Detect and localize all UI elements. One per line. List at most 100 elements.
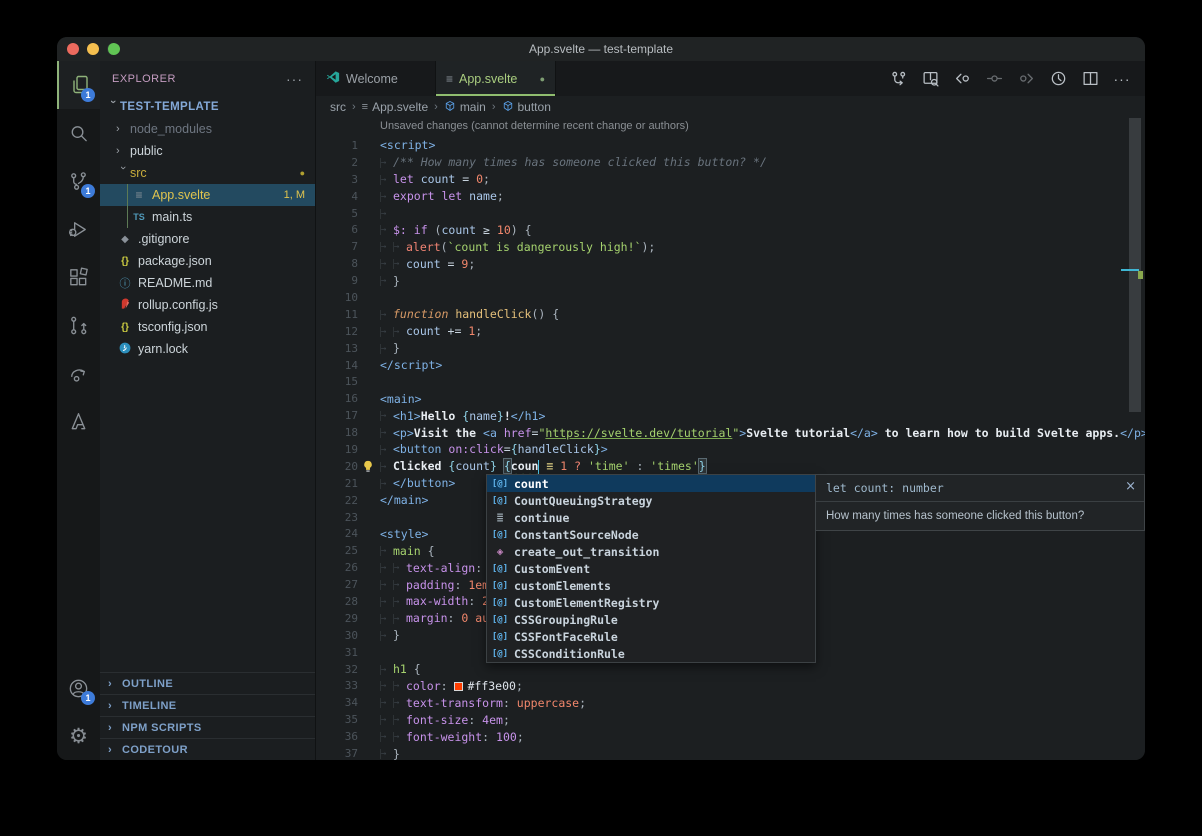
tab-bar: Welcome≡App.svelte● ··· <box>316 61 1145 96</box>
open-changes-icon[interactable] <box>919 68 941 90</box>
close-icon[interactable]: × <box>1125 479 1136 494</box>
suggest-item-customelementregistry[interactable]: [@]CustomElementRegistry <box>487 594 815 611</box>
breadcrumb-item-app-svelte[interactable]: ≡App.svelte <box>362 100 428 114</box>
variable-kind-icon: [@] <box>491 530 509 540</box>
file-label: README.md <box>138 276 212 290</box>
tree-item-app-svelte[interactable]: ≡App.svelte1, M <box>100 184 315 206</box>
sidebar-more-actions-icon[interactable]: ··· <box>286 71 303 87</box>
code-line-9[interactable]: 9→} <box>316 272 1145 289</box>
indent-guide: → <box>380 479 393 489</box>
lightbulb-icon[interactable] <box>362 460 374 476</box>
code-line-1[interactable]: 1<script> <box>316 137 1145 154</box>
color-swatch[interactable] <box>454 682 463 691</box>
code-line-8[interactable]: 8→→count = 9; <box>316 255 1145 272</box>
source-control-icon[interactable]: 1 <box>57 157 100 205</box>
tree-item-tsconfig-json[interactable]: {}tsconfig.json <box>100 316 315 338</box>
line-number: 34 <box>316 696 380 709</box>
chevron-right-icon: › <box>116 123 130 135</box>
tree-root-test-template[interactable]: ›TEST-TEMPLATE <box>100 96 315 118</box>
split-editor-icon[interactable] <box>1079 68 1101 90</box>
suggest-item-cssgroupingrule[interactable]: [@]CSSGroupingRule <box>487 611 815 628</box>
suggest-item-constantsourcenode[interactable]: [@]ConstantSourceNode <box>487 526 815 543</box>
suggest-item-cssfontfacerule[interactable]: [@]CSSFontFaceRule <box>487 628 815 645</box>
panel-header-codetour[interactable]: ›CODETOUR <box>100 738 315 760</box>
line-number: 4 <box>316 190 380 203</box>
breadcrumb-item-src[interactable]: src <box>330 100 346 114</box>
code-line-11[interactable]: 11→function handleClick() { <box>316 306 1145 323</box>
code-line-36[interactable]: 36→→font-weight: 100; <box>316 728 1145 745</box>
panel-header-timeline[interactable]: ›TIMELINE <box>100 694 315 716</box>
suggest-item-customevent[interactable]: [@]CustomEvent <box>487 560 815 577</box>
keyword-kind-icon: ≣ <box>491 511 509 524</box>
indent-guide: → <box>380 158 393 168</box>
code-line-10[interactable]: 10 <box>316 289 1145 306</box>
code-line-14[interactable]: 14</script> <box>316 357 1145 374</box>
code-line-19[interactable]: 19→<button on:click={handleClick}> <box>316 441 1145 458</box>
suggest-label: CustomEvent <box>514 562 590 576</box>
suggest-item-create_out_transition[interactable]: ◈create_out_transition <box>487 543 815 560</box>
search-icon[interactable] <box>57 109 100 157</box>
code-line-35[interactable]: 35→→font-size: 4em; <box>316 711 1145 728</box>
tree-item-yarn-lock[interactable]: yarn.lock <box>100 338 315 360</box>
code-line-4[interactable]: 4→export let name; <box>316 188 1145 205</box>
tab-app-svelte[interactable]: ≡App.svelte● <box>436 61 556 96</box>
navigate-back-icon[interactable] <box>951 68 973 90</box>
file-label: rollup.config.js <box>138 298 218 312</box>
suggest-item-cssconditionrule[interactable]: [@]CSSConditionRule <box>487 645 815 662</box>
code-line-33[interactable]: 33→→color: #ff3e00; <box>316 678 1145 695</box>
git-file-icon: ◆ <box>116 233 134 245</box>
code-line-20[interactable]: 20→Clicked {count} {coun ≡ 1 ? 'time' : … <box>316 458 1145 475</box>
suggest-item-customelements[interactable]: [@]customElements <box>487 577 815 594</box>
suggest-item-count[interactable]: [@]count <box>487 475 815 492</box>
symbol-icon <box>502 100 514 115</box>
run-debug-icon[interactable] <box>57 205 100 253</box>
window-title: App.svelte — test-template <box>57 42 1145 56</box>
commit-graph-icon[interactable] <box>887 68 909 90</box>
editor-scrollbar[interactable] <box>1129 118 1141 412</box>
breadcrumb-item-main[interactable]: main <box>444 100 486 115</box>
suggest-label: count <box>514 477 549 491</box>
settings-icon[interactable]: ⚙ <box>57 712 100 760</box>
tab-welcome[interactable]: Welcome <box>316 61 436 96</box>
code-line-7[interactable]: 7→→alert(`count is dangerously high!`); <box>316 238 1145 255</box>
tree-item-readme-md[interactable]: ⓘREADME.md <box>100 272 315 294</box>
code-line-32[interactable]: 32→h1 { <box>316 661 1145 678</box>
tree-item-rollup-config-js[interactable]: rollup.config.js <box>100 294 315 316</box>
tree-item-src[interactable]: ›src● <box>100 162 315 184</box>
more-actions-icon[interactable]: ··· <box>1111 68 1133 90</box>
breadcrumb-item-button[interactable]: button <box>502 100 551 115</box>
github-pr-icon[interactable] <box>57 301 100 349</box>
navigate-position-icon[interactable] <box>983 68 1005 90</box>
code-line-3[interactable]: 3→let count = 0; <box>316 171 1145 188</box>
azure-icon[interactable] <box>57 397 100 445</box>
panel-header-outline[interactable]: ›OUTLINE <box>100 672 315 694</box>
code-line-5[interactable]: 5→ <box>316 205 1145 222</box>
panel-header-npm-scripts[interactable]: ›NPM SCRIPTS <box>100 716 315 738</box>
suggest-item-countqueuingstrategy[interactable]: [@]CountQueuingStrategy <box>487 492 815 509</box>
code-line-15[interactable]: 15 <box>316 373 1145 390</box>
tree-item-package-json[interactable]: {}package.json <box>100 250 315 272</box>
code-line-13[interactable]: 13→} <box>316 340 1145 357</box>
extensions-icon[interactable] <box>57 253 100 301</box>
explorer-icon[interactable]: 1 <box>57 61 100 109</box>
editor-content[interactable]: Unsaved changes (cannot determine recent… <box>316 118 1145 760</box>
file-history-icon[interactable] <box>1047 68 1069 90</box>
navigate-forward-icon[interactable] <box>1015 68 1037 90</box>
accounts-icon[interactable]: 1 <box>57 664 100 712</box>
code-line-18[interactable]: 18→<p>Visit the <a href="https://svelte.… <box>316 424 1145 441</box>
tree-item-node-modules[interactable]: ›node_modules <box>100 118 315 140</box>
live-share-icon[interactable] <box>57 349 100 397</box>
code-line-2[interactable]: 2→/** How many times has someone clicked… <box>316 154 1145 171</box>
code-line-12[interactable]: 12→→count += 1; <box>316 323 1145 340</box>
tree-item--gitignore[interactable]: ◆.gitignore <box>100 228 315 250</box>
code-line-34[interactable]: 34→→text-transform: uppercase; <box>316 694 1145 711</box>
yarn-file-icon <box>116 342 134 357</box>
chevron-down-icon: › <box>117 166 129 180</box>
tree-item-main-ts[interactable]: TSmain.ts <box>100 206 315 228</box>
code-line-6[interactable]: 6→$: if (count ≥ 10) { <box>316 221 1145 238</box>
code-line-17[interactable]: 17→<h1>Hello {name}!</h1> <box>316 407 1145 424</box>
code-line-16[interactable]: 16<main> <box>316 390 1145 407</box>
suggest-item-continue[interactable]: ≣continue <box>487 509 815 526</box>
tree-item-public[interactable]: ›public <box>100 140 315 162</box>
code-line-37[interactable]: 37→} <box>316 745 1145 760</box>
